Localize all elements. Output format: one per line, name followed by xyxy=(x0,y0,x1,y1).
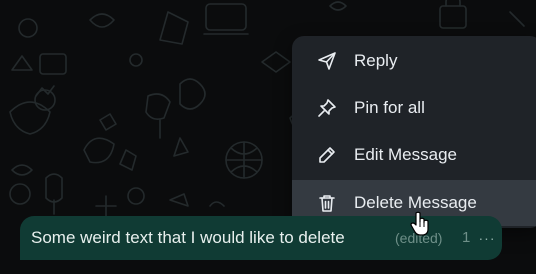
message-context-menu: Reply Pin for all Edit Message Delete Me… xyxy=(292,36,536,228)
message-bubble[interactable]: Some weird text that I would like to del… xyxy=(20,216,502,260)
menu-item-pin[interactable]: Pin for all xyxy=(292,85,536,131)
menu-item-label: Edit Message xyxy=(354,145,457,164)
reply-icon xyxy=(316,50,338,72)
pin-icon xyxy=(316,97,338,119)
menu-item-label: Delete Message xyxy=(354,193,477,212)
edited-label: (edited) xyxy=(395,230,443,246)
message-text: Some weird text that I would like to del… xyxy=(31,228,345,247)
pencil-icon xyxy=(316,144,338,166)
menu-item-reply[interactable]: Reply xyxy=(292,38,536,84)
chat-view: Reply Pin for all Edit Message Delete Me… xyxy=(0,0,536,274)
trash-icon xyxy=(316,192,338,214)
menu-item-label: Reply xyxy=(354,51,398,70)
message-time: 1 xyxy=(462,229,471,246)
menu-item-edit[interactable]: Edit Message xyxy=(292,132,536,178)
more-options-button[interactable]: ··· xyxy=(474,229,500,247)
menu-item-label: Pin for all xyxy=(354,98,425,117)
